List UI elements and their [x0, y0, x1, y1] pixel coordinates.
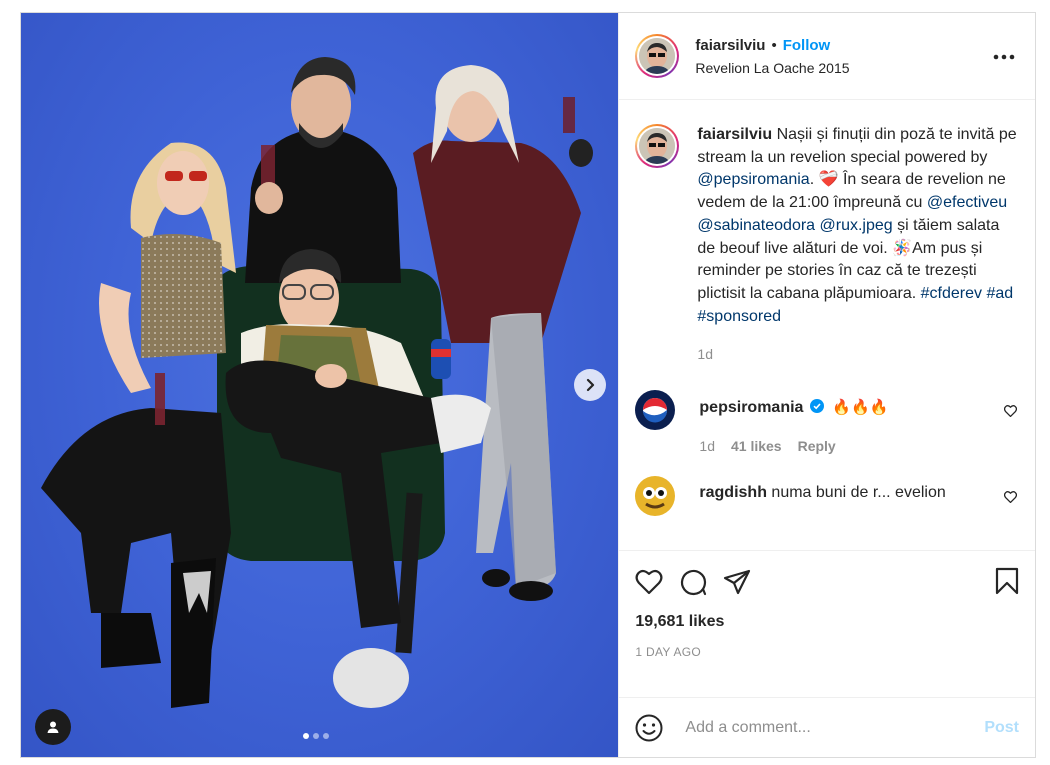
follow-button[interactable]: Follow: [783, 37, 831, 54]
comment-icon: [681, 569, 707, 596]
smiley-icon: [635, 714, 663, 741]
comment-input[interactable]: [683, 717, 985, 738]
chevron-right-icon: [586, 378, 595, 392]
heart-outline-icon: [1003, 405, 1018, 418]
post-media[interactable]: [21, 13, 619, 757]
mention-link[interactable]: @pepsiromania: [697, 171, 809, 188]
heart-outline-icon: [1003, 490, 1018, 503]
comment-timestamp[interactable]: 1d: [699, 438, 715, 454]
caption-username[interactable]: faiarsilviu: [697, 126, 772, 143]
carousel-next-button[interactable]: [574, 369, 606, 401]
hashtag-link[interactable]: #ad: [986, 285, 1013, 302]
hashtag-link[interactable]: #sponsored: [697, 308, 781, 325]
pepsi-logo-icon: [635, 390, 676, 431]
post-photo: [41, 57, 593, 708]
user-tag-icon: [47, 721, 59, 733]
separator-dot: •: [771, 36, 777, 54]
comments-section[interactable]: faiarsilviu Nașii și finuții din poză te…: [619, 100, 1035, 550]
comment-likes[interactable]: 41 likes: [731, 438, 782, 454]
post-caption: faiarsilviu Nașii și finuții din poză te…: [635, 124, 1019, 362]
bookmark-icon: [995, 567, 1019, 595]
author-username[interactable]: faiarsilviu: [695, 37, 765, 54]
caption-author-avatar[interactable]: [635, 124, 680, 168]
share-button[interactable]: [723, 568, 751, 596]
user-tags-button[interactable]: [35, 709, 71, 745]
carousel-dot-active: [303, 733, 309, 739]
post-header: faiarsilviu • Follow Revelion La Oache 2…: [619, 13, 1035, 100]
hashtag-link[interactable]: #cfderev: [921, 285, 982, 302]
mention-link[interactable]: @efectiveu: [927, 194, 1007, 211]
emoji-button[interactable]: [635, 714, 663, 742]
post-location[interactable]: Revelion La Oache 2015: [695, 60, 849, 76]
post-side-panel: faiarsilviu • Follow Revelion La Oache 2…: [618, 13, 1035, 757]
add-comment-bar: Post: [619, 697, 1035, 757]
like-comment-button[interactable]: [1003, 404, 1018, 422]
carousel-indicator: [303, 733, 329, 739]
caption-text: faiarsilviu Nașii și finuții din poză te…: [697, 124, 1017, 328]
mention-link[interactable]: @rux.jpeg: [820, 217, 893, 234]
carousel-dot: [323, 733, 329, 739]
comment-reply-button[interactable]: Reply: [798, 438, 836, 454]
author-avatar-image: [639, 38, 676, 74]
comment-item: ragdishh numa buni de r... evelion: [635, 475, 1019, 516]
commenter-avatar[interactable]: [635, 475, 676, 516]
more-horizontal-icon: [993, 54, 1015, 60]
mention-link[interactable]: @sabinateodora: [697, 217, 815, 234]
save-button[interactable]: [995, 567, 1019, 600]
comment-text: numa buni de r... evelion: [771, 483, 946, 501]
commenter-username[interactable]: ragdishh: [699, 484, 767, 501]
send-icon: [724, 569, 751, 595]
author-avatar[interactable]: [635, 34, 680, 78]
post-comment-button[interactable]: Post: [984, 719, 1019, 737]
caption-avatar-image: [639, 128, 676, 164]
instagram-post: faiarsilviu • Follow Revelion La Oache 2…: [20, 12, 1036, 758]
commenter-username[interactable]: pepsiromania: [699, 399, 803, 416]
comment-button[interactable]: [679, 568, 707, 596]
likes-count[interactable]: 19,681 likes: [635, 613, 1019, 631]
like-comment-button[interactable]: [1003, 490, 1018, 508]
carousel-dot: [313, 733, 319, 739]
post-actions: 19,681 likes 1 DAY AGO: [619, 550, 1035, 668]
more-options-button[interactable]: [993, 47, 1015, 65]
caption-timestamp[interactable]: 1d: [697, 346, 1017, 362]
post-date[interactable]: 1 DAY AGO: [635, 645, 1019, 659]
commenter-avatar[interactable]: [635, 390, 676, 431]
verified-badge-icon: [809, 398, 824, 418]
heart-icon: [635, 569, 663, 595]
like-button[interactable]: [635, 569, 663, 595]
comment-text: 🔥🔥🔥: [832, 399, 889, 417]
commenter-avatar-image: [635, 475, 676, 516]
comment-item: pepsiromania 🔥🔥🔥 1d 41 likes Reply: [635, 390, 1019, 454]
